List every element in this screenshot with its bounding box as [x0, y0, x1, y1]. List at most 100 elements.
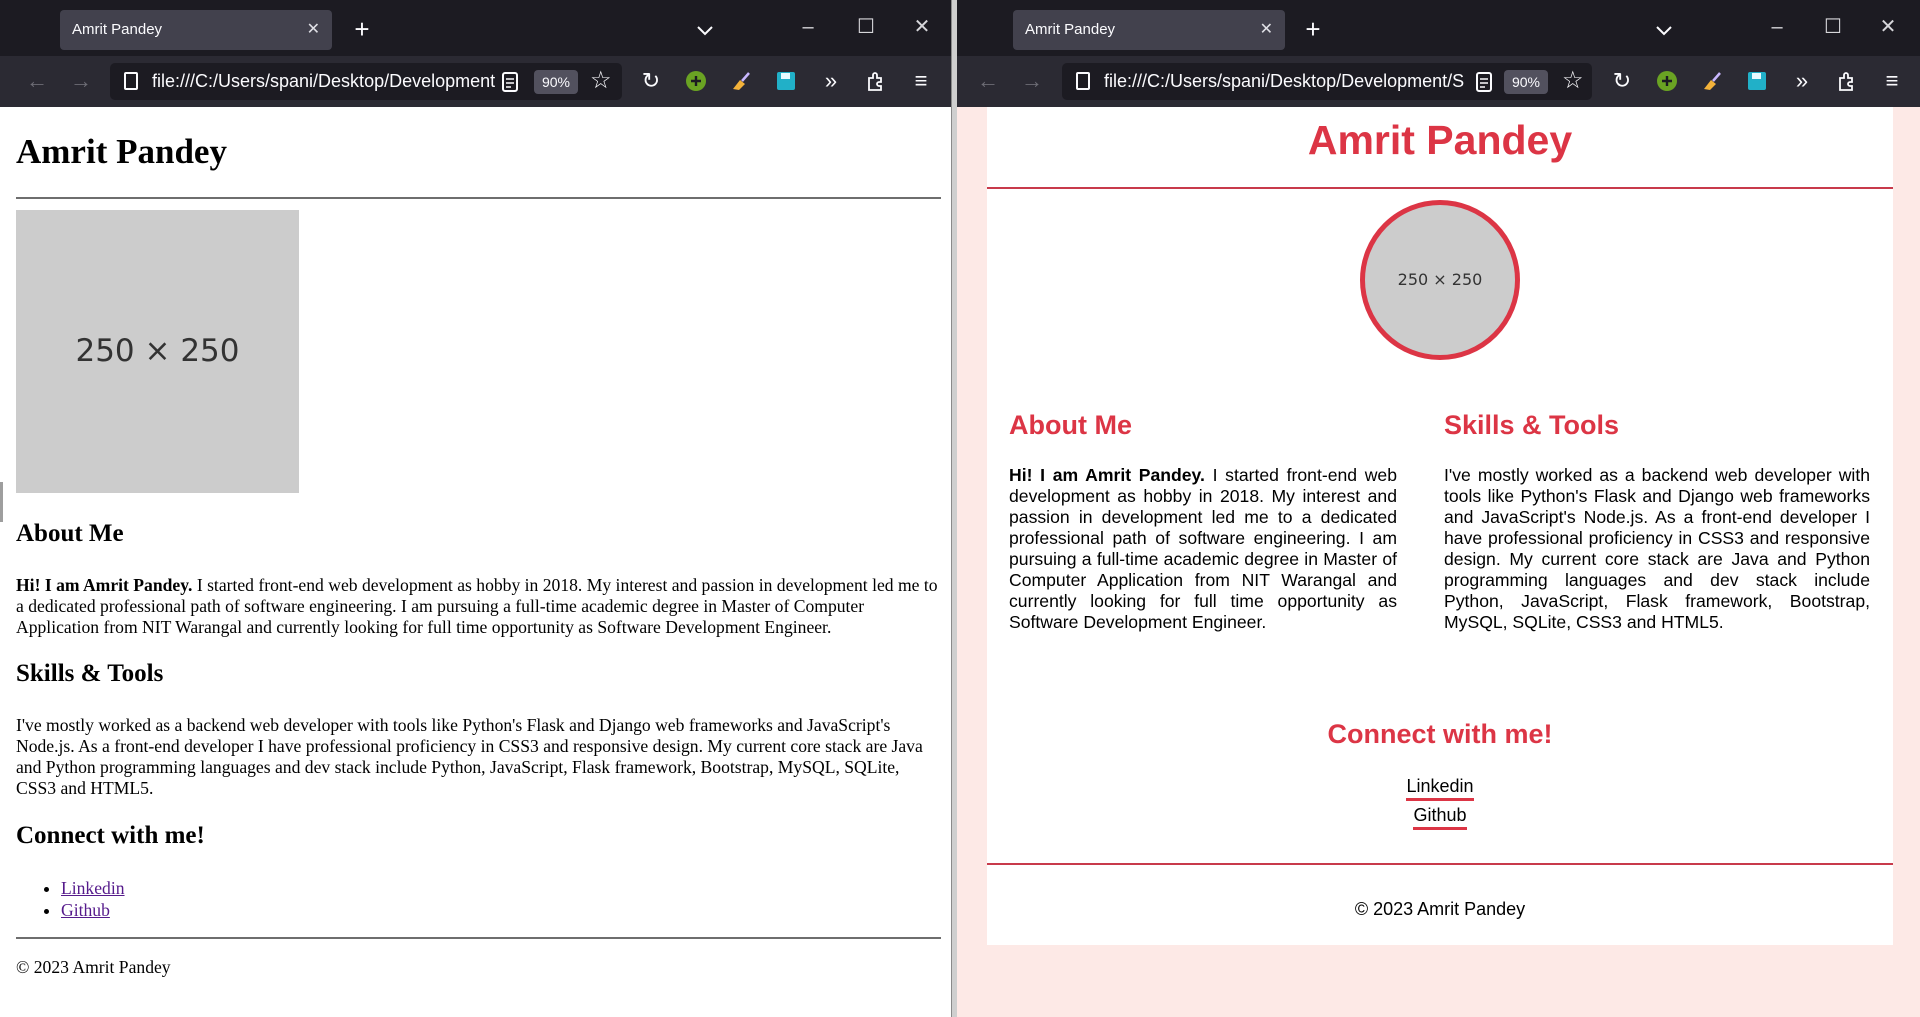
about-paragraph: Hi! I am Amrit Pandey. I started front-e… — [1009, 465, 1397, 633]
arrow-right-icon: → — [70, 68, 92, 93]
skills-paragraph: I've mostly worked as a backend web deve… — [1444, 465, 1870, 632]
save-icon — [777, 72, 795, 90]
nav-bar: ← → file:///C:/Users/spani/Desktop/Devel… — [957, 56, 1920, 107]
chevron-down-icon — [697, 26, 713, 36]
styled-page-card: Amrit Pandey 250 × 250 About Me Hi! I am… — [987, 107, 1893, 945]
nav-bar: ← → file:///C:/Users/spani/Desktop/Devel… — [0, 56, 951, 107]
menu-button[interactable]: ≡ — [904, 64, 938, 98]
footer-copyright: © 2023 Amrit Pandey — [16, 957, 171, 977]
reload-button[interactable]: ↻ — [1605, 64, 1639, 98]
about-text: I started front-end web development as h… — [1009, 465, 1398, 632]
minimize-button[interactable]: – — [1749, 0, 1805, 56]
star-icon[interactable]: ☆ — [590, 66, 612, 96]
extension-green-button[interactable] — [679, 64, 713, 98]
github-item: Github — [987, 804, 1893, 830]
new-tab-button[interactable]: + — [344, 12, 380, 48]
github-link[interactable]: Github — [1413, 805, 1467, 830]
minimize-button[interactable]: – — [780, 0, 836, 56]
reload-icon: ↻ — [641, 68, 661, 93]
reload-icon: ↻ — [1612, 68, 1632, 93]
extension-save-button[interactable] — [769, 64, 803, 98]
star-icon[interactable]: ☆ — [1562, 66, 1584, 96]
broom-icon — [733, 72, 750, 90]
about-intro: Hi! I am Amrit Pandey. — [1009, 465, 1205, 485]
plus-circle-icon — [1657, 71, 1677, 91]
github-link[interactable]: Github — [61, 900, 110, 920]
chevron-double-right-icon: » — [1795, 68, 1809, 93]
arrow-left-icon: ← — [26, 68, 48, 93]
tab-title: Amrit Pandey — [72, 21, 163, 38]
about-intro: Hi! I am Amrit Pandey. — [16, 575, 193, 595]
extension-broom-button[interactable] — [724, 64, 758, 98]
extensions-button[interactable] — [859, 64, 893, 98]
overflow-button[interactable]: » — [1785, 64, 1819, 98]
about-heading: About Me — [16, 520, 124, 547]
page-viewport-right: Amrit Pandey 250 × 250 About Me Hi! I am… — [957, 107, 1920, 1017]
extension-broom-button[interactable] — [1695, 64, 1729, 98]
zoom-level-badge[interactable]: 90% — [534, 70, 578, 94]
tab-amrit-pandey[interactable]: Amrit Pandey ✕ — [1013, 10, 1285, 50]
puzzle-icon — [868, 72, 882, 91]
scroll-indicator[interactable] — [0, 482, 3, 522]
puzzle-icon — [1839, 72, 1853, 91]
close-tab-icon[interactable]: ✕ — [307, 10, 320, 50]
menu-button[interactable]: ≡ — [1875, 64, 1909, 98]
url-text[interactable]: file:///C:/Users/spani/Desktop/Developme… — [1104, 63, 1486, 100]
browser-window-right: Amrit Pandey ✕ + – ☐ ✕ ← → file:///C:/Us… — [957, 0, 1920, 1017]
address-bar[interactable]: file:///C:/Users/spani/Desktop/Developme… — [110, 63, 622, 100]
about-heading: About Me — [1009, 410, 1132, 440]
footer-divider — [987, 863, 1893, 865]
broom-icon — [1704, 72, 1721, 90]
linkedin-link[interactable]: Linkedin — [1406, 776, 1474, 801]
hamburger-icon: ≡ — [914, 68, 928, 93]
chevron-double-right-icon: » — [824, 68, 838, 93]
forward-button[interactable]: → — [1015, 64, 1049, 98]
tab-title: Amrit Pandey — [1025, 21, 1116, 38]
hamburger-icon: ≡ — [1885, 68, 1899, 93]
extension-save-button[interactable] — [1740, 64, 1774, 98]
list-tabs-button[interactable] — [687, 12, 723, 48]
extensions-button[interactable] — [1830, 64, 1864, 98]
about-paragraph: Hi! I am Amrit Pandey. I started front-e… — [16, 575, 941, 638]
skills-heading: Skills & Tools — [16, 660, 164, 687]
reader-view-icon[interactable] — [1474, 71, 1494, 93]
connect-list: Linkedin Github — [16, 877, 125, 921]
connect-heading: Connect with me! — [1327, 719, 1553, 749]
extension-green-button[interactable] — [1650, 64, 1684, 98]
plus-circle-icon — [686, 71, 706, 91]
list-tabs-button[interactable] — [1646, 12, 1682, 48]
linkedin-link[interactable]: Linkedin — [61, 878, 125, 898]
arrow-left-icon: ← — [977, 68, 999, 93]
footer-copyright: © 2023 Amrit Pandey — [1354, 899, 1526, 919]
tab-bar: Amrit Pandey ✕ + – ☐ ✕ — [957, 0, 1920, 56]
header-divider — [16, 197, 941, 199]
page-title: Amrit Pandey — [1307, 117, 1573, 163]
skills-paragraph: I've mostly worked as a backend web deve… — [16, 715, 923, 798]
reader-view-icon[interactable] — [500, 71, 520, 93]
tab-bar: Amrit Pandey ✕ + – ☐ ✕ — [0, 0, 951, 56]
reload-button[interactable]: ↻ — [634, 64, 668, 98]
zoom-level-badge[interactable]: 90% — [1504, 70, 1548, 94]
close-tab-icon[interactable]: ✕ — [1260, 10, 1273, 50]
forward-button[interactable]: → — [64, 64, 98, 98]
page-icon — [124, 72, 138, 90]
close-window-button[interactable]: ✕ — [894, 0, 950, 56]
profile-placeholder-image: 250 × 250 — [1360, 200, 1520, 360]
profile-placeholder-image: 250 × 250 — [16, 210, 299, 493]
browser-window-left: Amrit Pandey ✕ + – ☐ ✕ ← → file:///C:/Us… — [0, 0, 952, 1017]
url-text[interactable]: file:///C:/Users/spani/Desktop/Developme… — [152, 63, 514, 100]
back-button[interactable]: ← — [971, 64, 1005, 98]
page-icon — [1076, 72, 1090, 90]
tab-amrit-pandey[interactable]: Amrit Pandey ✕ — [60, 10, 332, 50]
back-button[interactable]: ← — [20, 64, 54, 98]
footer-divider — [16, 937, 941, 939]
maximize-button[interactable]: ☐ — [838, 0, 894, 56]
new-tab-button[interactable]: + — [1295, 12, 1331, 48]
page-viewport-left: Amrit Pandey 250 × 250 About Me Hi! I am… — [0, 107, 951, 1017]
connect-heading: Connect with me! — [16, 822, 205, 849]
address-bar[interactable]: file:///C:/Users/spani/Desktop/Developme… — [1062, 63, 1592, 100]
close-window-button[interactable]: ✕ — [1860, 0, 1916, 56]
chevron-down-icon — [1656, 26, 1672, 36]
overflow-button[interactable]: » — [814, 64, 848, 98]
maximize-button[interactable]: ☐ — [1805, 0, 1861, 56]
